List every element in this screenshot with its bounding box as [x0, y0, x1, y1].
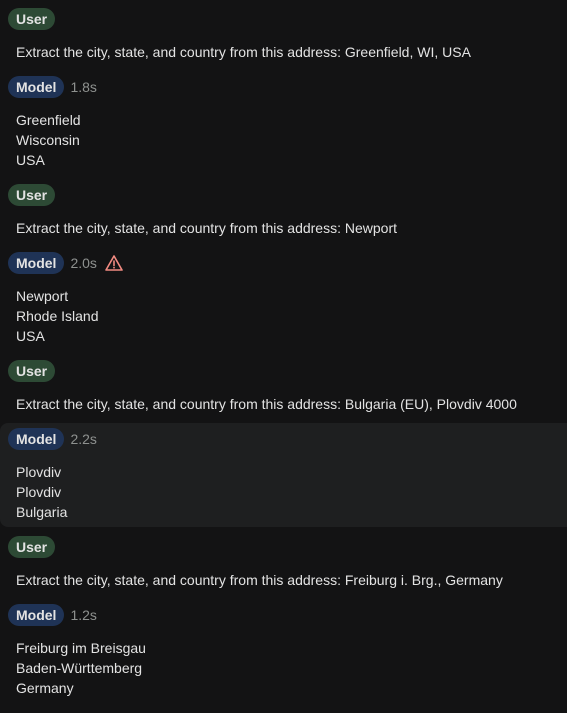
response-time: 2.0s	[70, 255, 97, 271]
model-role-chip: Model	[8, 76, 65, 98]
user-role-chip: User	[8, 8, 56, 30]
response-line: Greenfield	[16, 112, 81, 128]
response-time: 1.8s	[70, 79, 97, 95]
user-turn: User Extract the city, state, and countr…	[0, 183, 567, 238]
response-line: Plovdiv	[16, 464, 62, 480]
model-role-chip: Model	[8, 604, 65, 626]
model-response: Newport Rhode Island USA	[8, 286, 567, 346]
model-response: Plovdiv Plovdiv Bulgaria	[8, 462, 567, 522]
user-turn: User Extract the city, state, and countr…	[0, 7, 567, 62]
response-line: Wisconsin	[16, 132, 80, 148]
model-response: Freiburg im Breisgau Baden-Württemberg G…	[8, 638, 567, 698]
response-line: Plovdiv	[16, 484, 62, 500]
user-role-chip: User	[8, 536, 56, 558]
response-line: Freiburg im Breisgau	[16, 640, 146, 656]
response-line: Baden-Württemberg	[16, 660, 143, 676]
response-line: Germany	[16, 680, 74, 696]
user-turn: User Extract the city, state, and countr…	[0, 535, 567, 590]
user-role-chip: User	[8, 184, 56, 206]
response-line: Rhode Island	[16, 308, 99, 324]
response-line: USA	[16, 328, 45, 344]
user-message: Extract the city, state, and country fro…	[16, 396, 517, 412]
response-time: 1.2s	[70, 607, 97, 623]
model-turn-selected[interactable]: Model 2.2s Plovdiv Plovdiv Bulgaria	[0, 423, 567, 527]
model-turn: Model 2.0s Newport Rhode Island USA	[0, 251, 567, 346]
model-response: Greenfield Wisconsin USA	[8, 110, 567, 170]
model-turn: Model 1.2s Freiburg im Breisgau Baden-Wü…	[0, 603, 567, 698]
model-role-chip: Model	[8, 428, 65, 450]
model-role-chip: Model	[8, 252, 65, 274]
warning-icon[interactable]	[105, 254, 123, 272]
response-line: Bulgaria	[16, 504, 68, 520]
response-time: 2.2s	[70, 431, 97, 447]
model-turn: Model 1.8s Greenfield Wisconsin USA	[0, 75, 567, 170]
response-line: USA	[16, 152, 45, 168]
user-role-chip: User	[8, 360, 56, 382]
user-message: Extract the city, state, and country fro…	[16, 44, 471, 60]
user-turn: User Extract the city, state, and countr…	[0, 359, 567, 414]
user-message: Extract the city, state, and country fro…	[16, 572, 503, 588]
user-message: Extract the city, state, and country fro…	[16, 220, 398, 236]
response-line: Newport	[16, 288, 69, 304]
